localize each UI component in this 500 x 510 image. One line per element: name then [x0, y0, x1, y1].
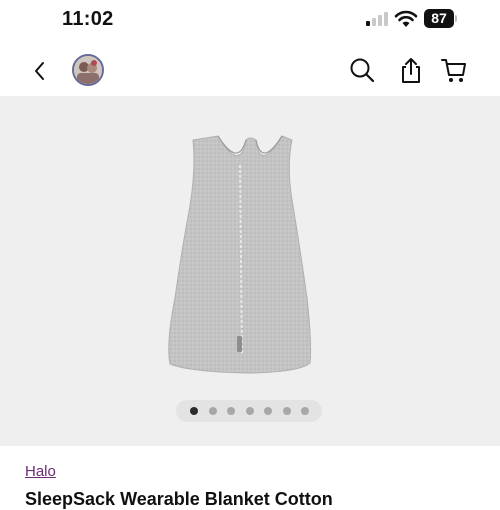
battery-icon: 87 [424, 9, 457, 28]
wifi-icon [394, 10, 418, 27]
product-image-gallery[interactable] [0, 96, 500, 446]
nav-bar [0, 48, 500, 96]
product-image[interactable] [150, 128, 350, 378]
pagination-dot[interactable] [282, 407, 291, 415]
pagination-dot[interactable] [208, 407, 217, 415]
avatar[interactable] [72, 54, 104, 86]
battery-level: 87 [431, 10, 447, 26]
pagination-dot[interactable] [227, 407, 235, 415]
image-pagination-dots [176, 400, 322, 422]
pagination-dot[interactable] [190, 407, 198, 415]
status-time: 11:02 [62, 8, 114, 30]
share-icon[interactable] [397, 56, 425, 84]
search-icon[interactable] [348, 56, 376, 84]
brand-link[interactable]: Halo [25, 463, 56, 480]
cart-icon[interactable] [440, 56, 468, 84]
pagination-dot[interactable] [264, 407, 272, 415]
pagination-dot[interactable] [301, 407, 309, 415]
cellular-signal-icon [366, 12, 388, 26]
chevron-left-icon[interactable] [28, 58, 52, 84]
status-bar: 11:02 87 [0, 0, 500, 44]
pagination-dot[interactable] [245, 407, 254, 415]
